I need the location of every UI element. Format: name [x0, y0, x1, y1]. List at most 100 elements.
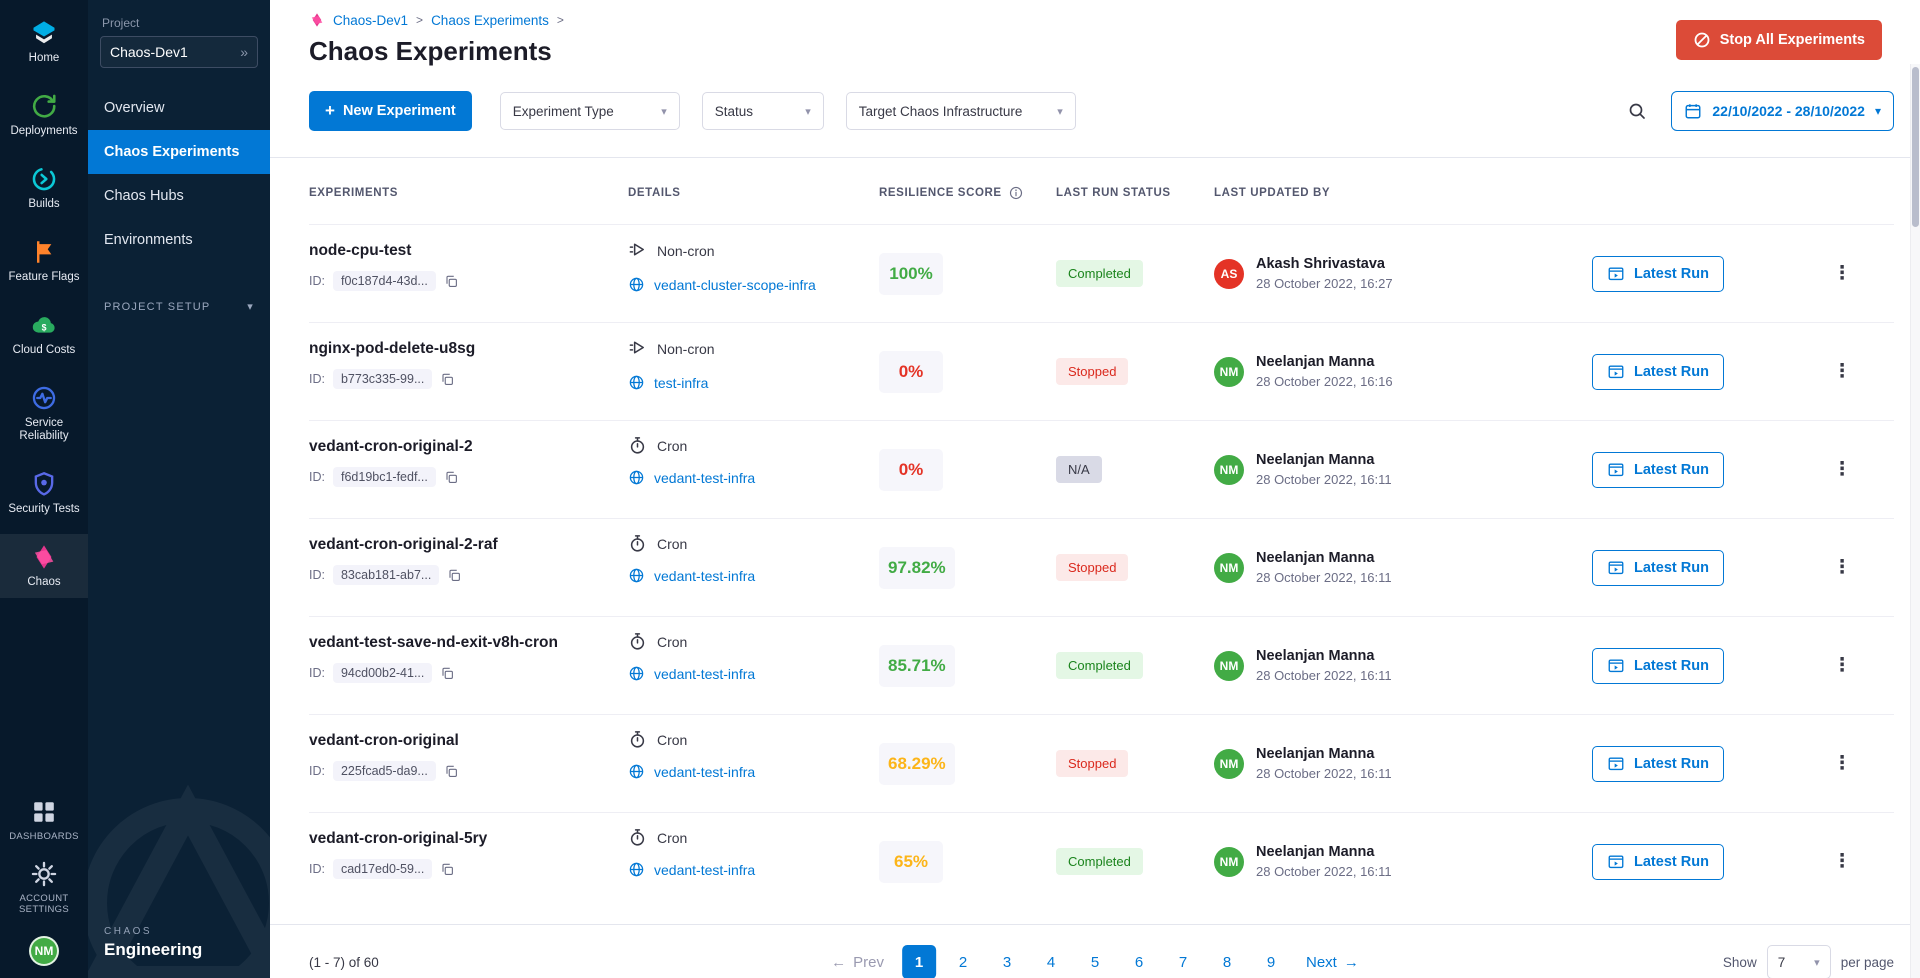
kebab-menu-icon[interactable]: ⋮ [1833, 752, 1852, 775]
per-page-select[interactable]: 7 ▾ [1767, 945, 1831, 978]
table-row[interactable]: node-cpu-test ID: f0c187d4-43d... Non-cr… [309, 224, 1894, 322]
sidebar-item-dashboards[interactable]: DASHBOARDS [0, 791, 88, 849]
page-number-button[interactable]: 8 [1210, 945, 1244, 978]
latest-run-button[interactable]: Latest Run [1592, 354, 1724, 390]
copy-icon[interactable] [440, 666, 455, 681]
kebab-menu-icon[interactable]: ⋮ [1833, 850, 1852, 873]
new-experiment-button[interactable]: + New Experiment [309, 91, 472, 131]
infrastructure-link[interactable]: vedant-test-infra [654, 568, 755, 584]
page-number-button[interactable]: 3 [990, 945, 1024, 978]
page-buttons: 1 2 3 4 5 6 7 8 9 [902, 945, 1288, 978]
page-number-button[interactable]: 6 [1122, 945, 1156, 978]
copy-icon[interactable] [444, 274, 459, 289]
infrastructure-line: test-infra [628, 374, 879, 391]
experiment-name[interactable]: vedant-cron-original-5ry [309, 830, 628, 848]
latest-run-button[interactable]: Latest Run [1592, 648, 1724, 684]
sidebar-item-chaos[interactable]: Chaos [0, 534, 88, 598]
sidebar-item-service-reliability[interactable]: Service Reliability [0, 375, 88, 452]
table-row[interactable]: vedant-cron-original-5ry ID: cad17ed0-59… [309, 812, 1894, 910]
page-number-button[interactable]: 4 [1034, 945, 1068, 978]
user-meta: Neelanjan Manna 28 October 2022, 16:11 [1256, 550, 1392, 585]
page-title: Chaos Experiments [309, 36, 552, 66]
info-icon[interactable] [1009, 186, 1023, 200]
filter-label: Experiment Type [513, 104, 614, 119]
scrollbar-thumb[interactable] [1912, 67, 1919, 227]
infrastructure-link[interactable]: test-infra [654, 375, 708, 391]
page-number-button[interactable]: 5 [1078, 945, 1112, 978]
search-button[interactable] [1627, 101, 1647, 121]
experiment-name[interactable]: nginx-pod-delete-u8sg [309, 340, 628, 358]
table-row[interactable]: vedant-test-save-nd-exit-v8h-cron ID: 94… [309, 616, 1894, 714]
sidebar-item-chaos-hubs[interactable]: Chaos Hubs [88, 174, 270, 218]
copy-icon[interactable] [444, 470, 459, 485]
sidebar-item-deployments[interactable]: Deployments [0, 83, 88, 147]
prev-page-button[interactable]: ← Prev [831, 954, 884, 971]
sidebar-item-overview[interactable]: Overview [88, 86, 270, 130]
user-meta: Neelanjan Manna 28 October 2022, 16:11 [1256, 844, 1392, 879]
table-row[interactable]: vedant-cron-original-2-raf ID: 83cab181-… [309, 518, 1894, 616]
kebab-menu-icon[interactable]: ⋮ [1833, 458, 1852, 481]
sidebar-item-environments[interactable]: Environments [88, 218, 270, 262]
infrastructure-link[interactable]: vedant-test-infra [654, 764, 755, 780]
infrastructure-link[interactable]: vedant-cluster-scope-infra [654, 277, 816, 293]
sidebar-item-chaos-experiments[interactable]: Chaos Experiments [88, 130, 270, 174]
filter-target-chaos-infrastructure[interactable]: Target Chaos Infrastructure ▾ [846, 92, 1076, 130]
chevron-down-icon: ▾ [1875, 104, 1881, 118]
date-range-picker[interactable]: 22/10/2022 - 28/10/2022 ▾ [1671, 91, 1894, 131]
latest-run-button[interactable]: Latest Run [1592, 550, 1724, 586]
experiment-name[interactable]: node-cpu-test [309, 242, 628, 260]
page-number-button[interactable]: 2 [946, 945, 980, 978]
last-updated-by-cell: NM Neelanjan Manna 28 October 2022, 16:1… [1214, 813, 1592, 910]
kebab-menu-icon[interactable]: ⋮ [1833, 556, 1852, 579]
column-header-resilience-score: RESILIENCE SCORE [879, 186, 1056, 200]
breadcrumb-link-experiments[interactable]: Chaos Experiments [431, 13, 549, 28]
table-row[interactable]: vedant-cron-original ID: 225fcad5-da9...… [309, 714, 1894, 812]
page-number-button[interactable]: 1 [902, 945, 936, 978]
experiment-name[interactable]: vedant-cron-original [309, 732, 628, 750]
kebab-menu-icon[interactable]: ⋮ [1833, 262, 1852, 285]
latest-run-button[interactable]: Latest Run [1592, 746, 1724, 782]
resilience-score-cell: 0% [879, 323, 1056, 420]
experiment-name[interactable]: vedant-cron-original-2 [309, 438, 628, 456]
infrastructure-link[interactable]: vedant-test-infra [654, 470, 755, 486]
infrastructure-link[interactable]: vedant-test-infra [654, 862, 755, 878]
project-selector[interactable]: Chaos-Dev1 » [100, 36, 258, 68]
schedule-type-label: Cron [657, 830, 687, 846]
copy-icon[interactable] [440, 372, 455, 387]
experiment-cell: nginx-pod-delete-u8sg ID: b773c335-99... [309, 323, 628, 420]
sidebar-item-account-settings[interactable]: ACCOUNT SETTINGS [0, 853, 88, 922]
infrastructure-link[interactable]: vedant-test-infra [654, 666, 755, 682]
copy-icon[interactable] [440, 862, 455, 877]
kebab-menu-icon[interactable]: ⋮ [1833, 360, 1852, 383]
experiment-name[interactable]: vedant-cron-original-2-raf [309, 536, 628, 554]
next-page-button[interactable]: Next → [1306, 954, 1359, 971]
copy-icon[interactable] [447, 568, 462, 583]
user-meta: Neelanjan Manna 28 October 2022, 16:11 [1256, 746, 1392, 781]
page-number-button[interactable]: 7 [1166, 945, 1200, 978]
kebab-menu-icon[interactable]: ⋮ [1833, 654, 1852, 677]
latest-run-button[interactable]: Latest Run [1592, 256, 1724, 292]
id-label: ID: [309, 862, 325, 876]
sidebar-item-cloud-costs[interactable]: $ Cloud Costs [0, 302, 88, 366]
sidebar-item-security-tests[interactable]: Security Tests [0, 461, 88, 525]
sidebar-item-home[interactable]: Home [0, 10, 88, 74]
user-avatar[interactable]: NM [29, 936, 59, 966]
page-number-button[interactable]: 9 [1254, 945, 1288, 978]
copy-icon[interactable] [444, 764, 459, 779]
table-row[interactable]: nginx-pod-delete-u8sg ID: b773c335-99...… [309, 322, 1894, 420]
footer-module-label: CHAOS [104, 926, 254, 937]
latest-run-button[interactable]: Latest Run [1592, 844, 1724, 880]
breadcrumb-link-project[interactable]: Chaos-Dev1 [333, 13, 408, 28]
experiment-name[interactable]: vedant-test-save-nd-exit-v8h-cron [309, 634, 628, 652]
sidebar-item-feature-flags[interactable]: Feature Flags [0, 229, 88, 293]
experiment-id-line: ID: 94cd00b2-41... [309, 663, 628, 683]
stop-all-experiments-button[interactable]: Stop All Experiments [1676, 20, 1882, 60]
filter-status[interactable]: Status ▾ [702, 92, 824, 130]
table-row[interactable]: vedant-cron-original-2 ID: f6d19bc1-fedf… [309, 420, 1894, 518]
sidebar-item-builds[interactable]: Builds [0, 156, 88, 220]
filter-experiment-type[interactable]: Experiment Type ▾ [500, 92, 680, 130]
latest-run-button[interactable]: Latest Run [1592, 452, 1724, 488]
project-setup-toggle[interactable]: PROJECT SETUP ▾ [88, 300, 270, 313]
experiment-cell: vedant-test-save-nd-exit-v8h-cron ID: 94… [309, 617, 628, 714]
plus-icon: + [325, 101, 335, 121]
